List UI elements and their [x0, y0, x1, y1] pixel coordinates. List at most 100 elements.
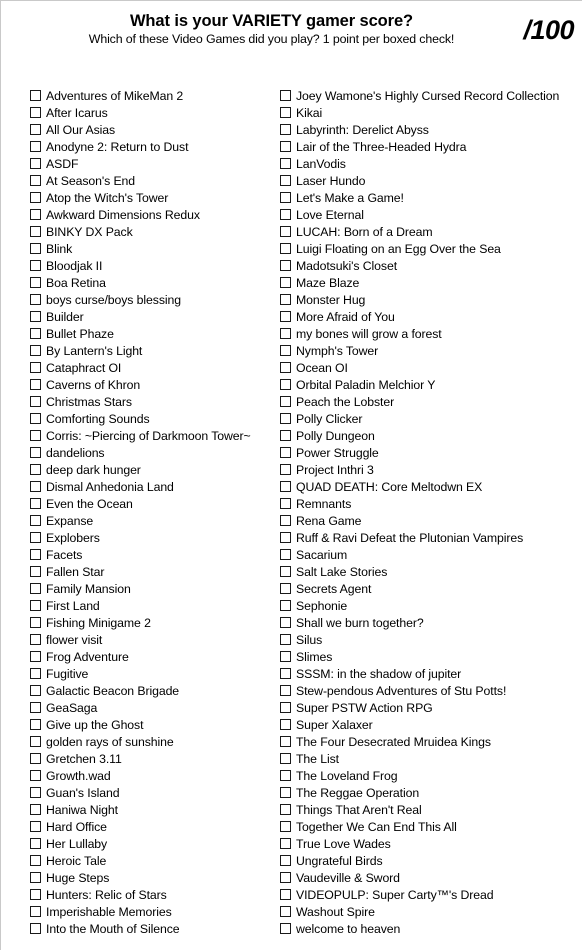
checkbox-icon[interactable]: [30, 889, 41, 900]
score-field[interactable]: /100: [523, 15, 574, 45]
checklist-item[interactable]: Ruff & Ravi Defeat the Plutonian Vampire…: [280, 530, 580, 547]
checklist-item[interactable]: Super PSTW Action RPG: [280, 700, 580, 717]
checklist-item[interactable]: Polly Dungeon: [280, 428, 580, 445]
checklist-item[interactable]: Maze Blaze: [280, 275, 580, 292]
checkbox-icon[interactable]: [30, 396, 41, 407]
checkbox-icon[interactable]: [30, 209, 41, 220]
checklist-item[interactable]: Nymph's Tower: [280, 343, 580, 360]
checkbox-icon[interactable]: [280, 515, 291, 526]
checklist-item[interactable]: boys curse/boys blessing: [30, 292, 280, 309]
checkbox-icon[interactable]: [30, 192, 41, 203]
checkbox-icon[interactable]: [30, 549, 41, 560]
checklist-item[interactable]: Project Inthri 3: [280, 462, 580, 479]
checkbox-icon[interactable]: [30, 328, 41, 339]
checkbox-icon[interactable]: [280, 158, 291, 169]
checkbox-icon[interactable]: [30, 498, 41, 509]
checklist-item[interactable]: Heroic Tale: [30, 853, 280, 870]
checkbox-icon[interactable]: [30, 464, 41, 475]
checklist-item[interactable]: Boa Retina: [30, 275, 280, 292]
checkbox-icon[interactable]: [280, 855, 291, 866]
checklist-item[interactable]: Hard Office: [30, 819, 280, 836]
checklist-item[interactable]: Together We Can End This All: [280, 819, 580, 836]
checkbox-icon[interactable]: [30, 566, 41, 577]
checklist-item[interactable]: Stew-pendous Adventures of Stu Potts!: [280, 683, 580, 700]
checkbox-icon[interactable]: [280, 345, 291, 356]
checkbox-icon[interactable]: [280, 770, 291, 781]
checklist-item[interactable]: The Four Desecrated Mruidea Kings: [280, 734, 580, 751]
checkbox-icon[interactable]: [30, 226, 41, 237]
checklist-item[interactable]: Things That Aren't Real: [280, 802, 580, 819]
checkbox-icon[interactable]: [280, 243, 291, 254]
checkbox-icon[interactable]: [30, 872, 41, 883]
checkbox-icon[interactable]: [280, 379, 291, 390]
checklist-item[interactable]: Lair of the Three-Headed Hydra: [280, 139, 580, 156]
checkbox-icon[interactable]: [30, 158, 41, 169]
checkbox-icon[interactable]: [280, 107, 291, 118]
checklist-item[interactable]: Galactic Beacon Brigade: [30, 683, 280, 700]
checklist-item[interactable]: Anodyne 2: Return to Dust: [30, 139, 280, 156]
checkbox-icon[interactable]: [30, 787, 41, 798]
checklist-item[interactable]: Fishing Minigame 2: [30, 615, 280, 632]
checkbox-icon[interactable]: [30, 413, 41, 424]
checklist-item[interactable]: Blink: [30, 241, 280, 258]
checkbox-icon[interactable]: [30, 481, 41, 492]
checkbox-icon[interactable]: [280, 481, 291, 492]
checklist-item[interactable]: First Land: [30, 598, 280, 615]
checkbox-icon[interactable]: [30, 515, 41, 526]
checklist-item[interactable]: Huge Steps: [30, 870, 280, 887]
checkbox-icon[interactable]: [280, 634, 291, 645]
checklist-item[interactable]: Luigi Floating on an Egg Over the Sea: [280, 241, 580, 258]
checklist-item[interactable]: Even the Ocean: [30, 496, 280, 513]
checklist-item[interactable]: QUAD DEATH: Core Meltodwn EX: [280, 479, 580, 496]
checklist-item[interactable]: The List: [280, 751, 580, 768]
checkbox-icon[interactable]: [280, 90, 291, 101]
checkbox-icon[interactable]: [30, 617, 41, 628]
checkbox-icon[interactable]: [30, 583, 41, 594]
checklist-item[interactable]: Peach the Lobster: [280, 394, 580, 411]
checklist-item[interactable]: Imperishable Memories: [30, 904, 280, 921]
checklist-item[interactable]: Power Struggle: [280, 445, 580, 462]
checklist-item[interactable]: Expanse: [30, 513, 280, 530]
checklist-item[interactable]: Rena Game: [280, 513, 580, 530]
checkbox-icon[interactable]: [280, 277, 291, 288]
checklist-item[interactable]: Gretchen 3.11: [30, 751, 280, 768]
checklist-item[interactable]: Washout Spire: [280, 904, 580, 921]
checklist-item[interactable]: ASDF: [30, 156, 280, 173]
checkbox-icon[interactable]: [280, 532, 291, 543]
checklist-item[interactable]: Builder: [30, 309, 280, 326]
checklist-item[interactable]: Fugitive: [30, 666, 280, 683]
checkbox-icon[interactable]: [30, 175, 41, 186]
checklist-item[interactable]: Growth.wad: [30, 768, 280, 785]
checklist-item[interactable]: LanVodis: [280, 156, 580, 173]
checkbox-icon[interactable]: [30, 651, 41, 662]
checkbox-icon[interactable]: [30, 923, 41, 934]
checklist-item[interactable]: Caverns of Khron: [30, 377, 280, 394]
checklist-item[interactable]: Her Lullaby: [30, 836, 280, 853]
checklist-item[interactable]: Comforting Sounds: [30, 411, 280, 428]
checklist-item[interactable]: Atop the Witch's Tower: [30, 190, 280, 207]
checkbox-icon[interactable]: [30, 634, 41, 645]
checkbox-icon[interactable]: [280, 311, 291, 322]
checklist-item[interactable]: More Afraid of You: [280, 309, 580, 326]
checkbox-icon[interactable]: [280, 175, 291, 186]
checklist-item[interactable]: Laser Hundo: [280, 173, 580, 190]
checkbox-icon[interactable]: [280, 328, 291, 339]
checkbox-icon[interactable]: [30, 770, 41, 781]
checkbox-icon[interactable]: [280, 260, 291, 271]
checklist-item[interactable]: VIDEOPULP: Super Carty™'s Dread: [280, 887, 580, 904]
checklist-item[interactable]: Bullet Phaze: [30, 326, 280, 343]
checkbox-icon[interactable]: [280, 685, 291, 696]
checkbox-icon[interactable]: [30, 277, 41, 288]
checkbox-icon[interactable]: [30, 362, 41, 373]
checkbox-icon[interactable]: [280, 141, 291, 152]
checkbox-icon[interactable]: [30, 736, 41, 747]
checklist-item[interactable]: Facets: [30, 547, 280, 564]
checklist-item[interactable]: Dismal Anhedonia Land: [30, 479, 280, 496]
checkbox-icon[interactable]: [280, 787, 291, 798]
checklist-item[interactable]: Sacarium: [280, 547, 580, 564]
checkbox-icon[interactable]: [280, 430, 291, 441]
checkbox-icon[interactable]: [280, 362, 291, 373]
checklist-item[interactable]: Adventures of MikeMan 2: [30, 88, 280, 105]
checkbox-icon[interactable]: [280, 413, 291, 424]
checklist-item[interactable]: BINKY DX Pack: [30, 224, 280, 241]
